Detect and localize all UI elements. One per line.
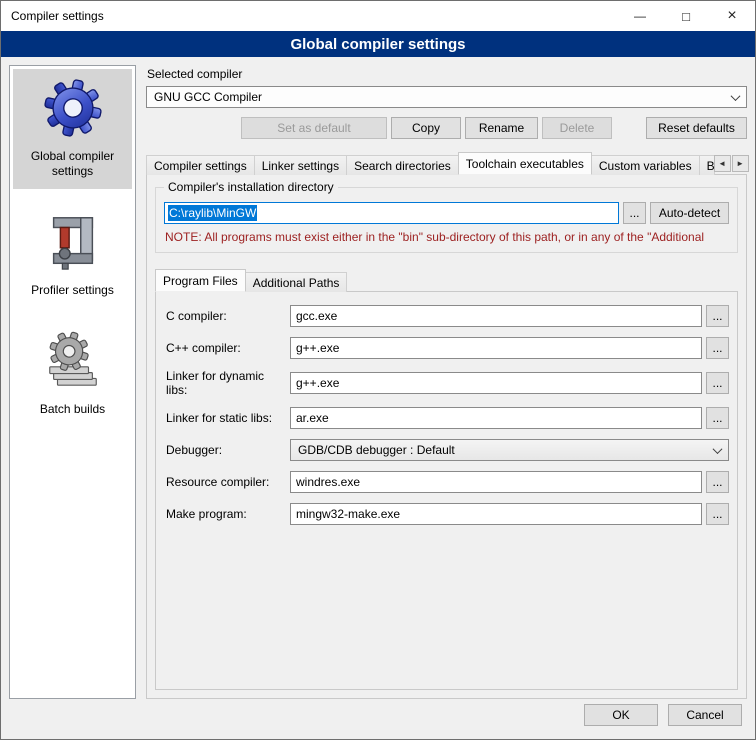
resource-compiler-input[interactable]: windres.exe [290,471,702,493]
cpp-compiler-label: C++ compiler: [160,341,286,355]
toolchain-executables-page: Compiler's installation directory C:\ray… [146,174,747,699]
tab-custom-variables[interactable]: Custom variables [591,155,700,175]
selected-compiler-value: GNU GCC Compiler [154,90,262,104]
c-compiler-row: C compiler: gcc.exe ... [160,305,729,327]
global-compiler-settings-panel: Selected compiler GNU GCC Compiler Set a… [146,65,747,699]
debugger-label: Debugger: [160,443,286,457]
dialog-banner-title: Global compiler settings [290,36,465,53]
tab-scroll-right-button[interactable]: ► [732,155,749,172]
make-program-input[interactable]: mingw32-make.exe [290,503,702,525]
install-dir-browse-button[interactable]: ... [623,202,646,224]
gray-gears-icon [42,330,104,392]
c-compiler-input[interactable]: gcc.exe [290,305,702,327]
chevron-down-icon [731,91,741,101]
dynamic-linker-label: Linker for dynamic libs: [160,369,286,397]
sidebar-item-label: Global compiler settings [17,149,128,179]
cancel-button[interactable]: Cancel [668,704,742,726]
make-program-browse-button[interactable]: ... [706,503,729,525]
tab-scroll-left-button[interactable]: ◄ [714,155,731,172]
debugger-value: GDB/CDB debugger : Default [298,443,455,457]
maximize-icon: □ [682,9,690,24]
tab-additional-paths[interactable]: Additional Paths [245,272,348,292]
tab-toolchain-executables[interactable]: Toolchain executables [458,152,592,175]
dynamic-linker-browse-button[interactable]: ... [706,372,729,394]
tab-scrollers: ◄ ► [714,155,749,172]
dialog-footer: OK Cancel [1,699,755,739]
cpp-compiler-value: g++.exe [296,341,339,355]
installation-directory-group-title: Compiler's installation directory [164,180,338,194]
make-program-row: Make program: mingw32-make.exe ... [160,503,729,525]
make-program-value: mingw32-make.exe [296,507,400,521]
left-arrow-icon: ◄ [718,159,726,168]
sidebar-item-global-compiler-settings[interactable]: Global compiler settings [13,69,132,189]
delete-button[interactable]: Delete [542,117,612,139]
c-compiler-browse-button[interactable]: ... [706,305,729,327]
bin-subdirectory-note: NOTE: All programs must exist either in … [165,230,729,244]
tab-program-files[interactable]: Program Files [155,269,246,292]
tab-compiler-settings[interactable]: Compiler settings [146,155,255,175]
ok-button[interactable]: OK [584,704,658,726]
sidebar-item-label: Batch builds [40,402,105,417]
install-dir-value: C:\raylib\MinGW [168,205,257,221]
minimize-icon: — [634,9,646,23]
rename-button[interactable]: Rename [465,117,538,139]
tab-linker-settings[interactable]: Linker settings [254,155,347,175]
close-button[interactable]: × [709,1,755,31]
dialog-body: Global compiler settings Profiler settin… [1,57,755,699]
debugger-row: Debugger: GDB/CDB debugger : Default [160,439,729,461]
dynamic-linker-input[interactable]: g++.exe [290,372,702,394]
compiler-settings-window: Compiler settings — □ × Global compiler … [0,0,756,740]
static-linker-value: ar.exe [296,411,329,425]
static-linker-browse-button[interactable]: ... [706,407,729,429]
install-dir-input[interactable]: C:\raylib\MinGW [164,202,619,224]
make-program-label: Make program: [160,507,286,521]
static-linker-input[interactable]: ar.exe [290,407,702,429]
program-files-tabs: Program Files Additional Paths [155,269,738,292]
cpp-compiler-row: C++ compiler: g++.exe ... [160,337,729,359]
tab-search-directories[interactable]: Search directories [346,155,459,175]
auto-detect-button[interactable]: Auto-detect [650,202,729,224]
selected-compiler-label: Selected compiler [147,67,747,81]
cpp-compiler-input[interactable]: g++.exe [290,337,702,359]
selected-compiler-select[interactable]: GNU GCC Compiler [146,86,747,108]
static-linker-label: Linker for static libs: [160,411,286,425]
debugger-select[interactable]: GDB/CDB debugger : Default [290,439,729,461]
window-title: Compiler settings [1,9,104,23]
right-arrow-icon: ► [736,159,744,168]
set-as-default-button[interactable]: Set as default [241,117,387,139]
c-compiler-label: C compiler: [160,309,286,323]
program-files-page: C compiler: gcc.exe ... C++ compiler: g+… [155,291,738,690]
static-linker-row: Linker for static libs: ar.exe ... [160,407,729,429]
reset-defaults-button[interactable]: Reset defaults [646,117,747,139]
chevron-down-icon [713,444,723,454]
sidebar-item-profiler-settings[interactable]: Profiler settings [13,203,132,308]
sidebar-item-label: Profiler settings [31,283,114,298]
installation-directory-group: Compiler's installation directory C:\ray… [155,187,738,253]
dialog-banner: Global compiler settings [1,31,755,57]
compiler-actions: Set as default Copy Rename Delete Reset … [146,117,747,139]
maximize-button[interactable]: □ [663,1,709,31]
minimize-button[interactable]: — [617,1,663,31]
copy-button[interactable]: Copy [391,117,461,139]
window-controls: — □ × [617,1,755,31]
resource-compiler-row: Resource compiler: windres.exe ... [160,471,729,493]
cpp-compiler-browse-button[interactable]: ... [706,337,729,359]
dynamic-linker-row: Linker for dynamic libs: g++.exe ... [160,369,729,397]
resource-compiler-value: windres.exe [296,475,360,489]
profiler-tool-icon [42,211,104,273]
c-compiler-value: gcc.exe [296,309,337,323]
tab-build-options[interactable]: Buil [699,155,715,175]
resource-compiler-browse-button[interactable]: ... [706,471,729,493]
titlebar[interactable]: Compiler settings — □ × [1,1,755,31]
resource-compiler-label: Resource compiler: [160,475,286,489]
settings-category-list: Global compiler settings Profiler settin… [9,65,136,699]
compiler-settings-tabs: Compiler settings Linker settings Search… [146,152,747,175]
close-icon: × [727,7,736,25]
dynamic-linker-value: g++.exe [296,376,339,390]
blue-gear-icon [42,77,104,139]
sidebar-item-batch-builds[interactable]: Batch builds [13,322,132,427]
